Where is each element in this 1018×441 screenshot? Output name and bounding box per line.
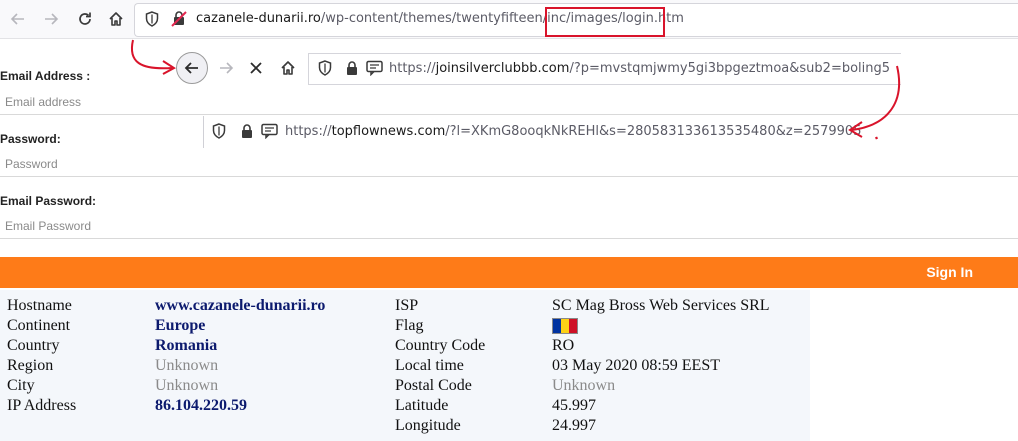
isp-value: SC Mag Bross Web Services SRL (552, 297, 770, 314)
hostname-value: www.cazanele-dunarii.ro (155, 297, 326, 314)
longitude-label: Longitude (395, 417, 461, 434)
continent-label: Continent (7, 317, 71, 334)
country-value: Romania (155, 337, 218, 354)
country-label: Country (7, 337, 60, 354)
table-row: Region Unknown Local time 03 May 2020 08… (7, 356, 802, 376)
annotation-mark (874, 136, 879, 140)
local-time-value: 03 May 2020 08:59 EEST (552, 357, 720, 374)
postal-code-value: Unknown (552, 377, 616, 394)
latitude-label: Latitude (395, 397, 449, 414)
table-row: Longitude 24.997 (7, 416, 802, 436)
longitude-value: 24.997 (552, 417, 596, 434)
table-row: IP Address 86.104.220.59 Latitude 45.997 (7, 396, 802, 416)
city-value: Unknown (155, 377, 219, 394)
isp-label: ISP (395, 297, 419, 314)
table-row: City Unknown Postal Code Unknown (7, 376, 802, 396)
country-code-label: Country Code (395, 337, 486, 354)
city-label: City (7, 377, 35, 394)
table-row: Country Romania Country Code RO (7, 336, 802, 356)
continent-value: Europe (155, 317, 206, 334)
sign-in-bar: Sign In (0, 257, 1018, 288)
postal-code-label: Postal Code (395, 377, 472, 394)
hostname-label: Hostname (7, 297, 72, 314)
host-info-panel: Hostname www.cazanele-dunarii.ro ISP SC … (0, 290, 810, 441)
table-row: Continent Europe Flag (7, 316, 802, 336)
redirect-arrow-2 (851, 65, 901, 131)
host-info-table: Hostname www.cazanele-dunarii.ro ISP SC … (7, 296, 802, 436)
region-value: Unknown (155, 357, 219, 374)
local-time-label: Local time (395, 357, 464, 374)
flag-label: Flag (395, 317, 424, 334)
sign-in-button[interactable]: Sign In (926, 257, 973, 288)
country-code-value: RO (552, 337, 575, 354)
region-label: Region (7, 357, 54, 374)
ip-address-label: IP Address (7, 397, 77, 414)
flag-cell (552, 316, 802, 336)
romania-flag-icon (552, 318, 578, 335)
latitude-value: 45.997 (552, 397, 596, 414)
ip-address-value: 86.104.220.59 (155, 397, 247, 414)
table-row: Hostname www.cazanele-dunarii.ro ISP SC … (7, 296, 802, 316)
